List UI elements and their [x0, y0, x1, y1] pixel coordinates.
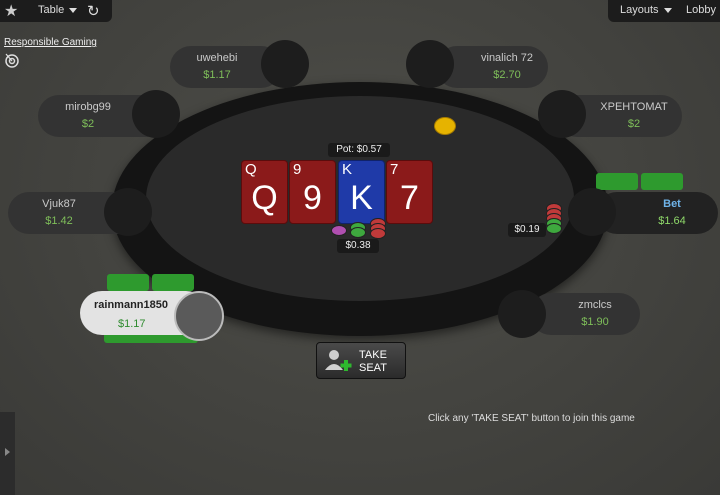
star-icon[interactable]: ★	[4, 1, 18, 21]
take-seat-label: TAKE SEAT	[359, 349, 387, 375]
side-panel-toggle[interactable]	[0, 412, 15, 495]
chip-icon	[546, 223, 562, 234]
board-card: K K	[338, 160, 385, 224]
avatar	[132, 90, 180, 138]
avatar	[261, 40, 309, 88]
join-message: Click any 'TAKE SEAT' button to join thi…	[428, 413, 635, 424]
player-name: rainmann1850	[94, 299, 168, 311]
chevron-down-icon	[663, 7, 672, 13]
hole-card-back	[152, 274, 194, 291]
player-name: zmclcs	[578, 299, 612, 311]
player-stack: $1.90	[581, 316, 609, 328]
seat-zmclcs[interactable]: zmclcs $1.90	[530, 293, 640, 335]
card-rank: 7	[390, 161, 399, 178]
hole-card-back	[107, 274, 149, 291]
card-rank: 9	[293, 161, 302, 178]
card-rank: Q	[245, 161, 257, 178]
hole-card-back	[641, 173, 683, 190]
card-rank-large: 7	[400, 179, 419, 217]
pot-amount: $0.38	[337, 239, 379, 253]
chevron-right-icon	[5, 448, 10, 456]
avatar	[104, 188, 152, 236]
chip-icon	[350, 227, 366, 238]
responsible-gaming-link[interactable]: Responsible Gaming	[4, 37, 97, 48]
avatar	[174, 291, 224, 341]
hole-card-back	[596, 173, 638, 190]
refresh-icon[interactable]: ↻	[87, 2, 100, 20]
target-icon[interactable]	[4, 52, 20, 68]
card-rank-large: K	[350, 179, 373, 217]
card-rank-large: 9	[303, 179, 322, 217]
layouts-button[interactable]: Layouts	[620, 4, 672, 16]
avatar	[498, 290, 546, 338]
add-user-icon	[325, 350, 352, 371]
avatar	[406, 40, 454, 88]
board-card: 7 7	[386, 160, 433, 224]
take-seat-line1: TAKE	[359, 349, 387, 361]
player-stack: $1.17	[118, 318, 146, 330]
layouts-label: Layouts	[620, 4, 659, 16]
table-menu-label: Table	[38, 4, 65, 16]
table-menu-bar: ★ Table ↻	[0, 0, 112, 22]
chip-icon	[370, 228, 386, 239]
chip-icon	[331, 225, 347, 236]
layouts-lobby-bar: Layouts Lobby	[608, 0, 720, 22]
board-card: 9 9	[289, 160, 336, 224]
bet-amount: $0.19	[508, 223, 546, 237]
avatar	[538, 90, 586, 138]
avatar	[568, 188, 616, 236]
table-menu-button[interactable]: Table	[38, 4, 78, 16]
take-seat-line2: SEAT	[359, 362, 387, 374]
lobby-button[interactable]: Lobby	[686, 4, 716, 16]
chevron-down-icon	[69, 7, 78, 13]
dealer-button-icon	[434, 117, 456, 135]
board-card: Q Q	[241, 160, 288, 224]
card-rank: K	[342, 161, 353, 178]
pot-label: Pot: $0.57	[328, 143, 390, 157]
take-seat-button[interactable]: TAKE SEAT	[316, 342, 406, 379]
card-rank-large: Q	[251, 179, 278, 217]
